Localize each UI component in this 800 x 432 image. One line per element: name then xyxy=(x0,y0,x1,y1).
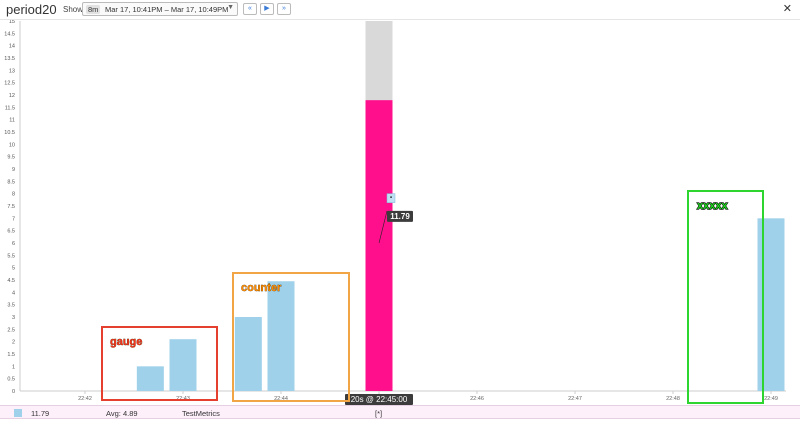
y-tick-label: 9.5 xyxy=(7,155,15,161)
y-tick-label: 14 xyxy=(9,44,15,50)
y-tick-label: 15 xyxy=(9,20,15,25)
y-tick-label: 13.5 xyxy=(4,56,15,62)
bar xyxy=(234,317,262,391)
fast-forward-icon: » xyxy=(282,5,286,12)
y-tick-label: 13 xyxy=(9,68,15,74)
annotation-label: gauge xyxy=(110,336,142,348)
legend-source: TestMetrics xyxy=(182,409,220,418)
y-tick-label: 8 xyxy=(12,192,15,198)
y-tick-label: 9 xyxy=(12,167,15,173)
hover-value-label: 11.79 xyxy=(390,212,410,221)
y-tick-label: 12 xyxy=(9,93,15,99)
hover-time-label: 20s @ 22:45:00 xyxy=(351,395,408,404)
annotation-label: counter xyxy=(241,282,282,294)
y-tick-label: 10 xyxy=(9,142,15,148)
bar-highlighted xyxy=(365,100,393,392)
bar xyxy=(267,281,295,391)
y-tick-label: 2 xyxy=(12,340,15,346)
y-tick-label: 11 xyxy=(9,118,15,124)
bar xyxy=(169,339,197,391)
y-tick-label: 0 xyxy=(12,389,15,395)
show-label: Show xyxy=(63,5,84,14)
bar xyxy=(757,218,785,391)
bar-chart[interactable]: 00.511.522.533.544.555.566.577.588.599.5… xyxy=(0,20,800,405)
y-tick-label: 3.5 xyxy=(7,303,15,309)
y-tick-label: 4.5 xyxy=(7,278,15,284)
y-tick-label: 12.5 xyxy=(4,81,15,87)
x-tick-label: 22:49 xyxy=(764,396,778,402)
y-tick-label: 5 xyxy=(12,266,15,272)
play-button[interactable]: ▶ xyxy=(260,3,274,15)
y-tick-label: 6.5 xyxy=(7,229,15,235)
y-tick-label: 14.5 xyxy=(4,31,15,37)
x-tick-label: 22:42 xyxy=(78,396,92,402)
rewind-icon: « xyxy=(248,5,252,12)
dropdown-caret-icon: ▼ xyxy=(227,4,234,11)
annotation-label: xxxxx xyxy=(697,200,728,212)
rewind-button[interactable]: « xyxy=(243,3,257,15)
legend-average: Avg: 4.89 xyxy=(106,409,138,418)
legend-swatch xyxy=(14,409,22,417)
y-tick-label: 5.5 xyxy=(7,253,15,259)
annotation-box xyxy=(687,190,764,404)
y-tick-label: 7 xyxy=(12,216,15,222)
y-tick-label: 1 xyxy=(12,364,15,370)
toolbar: period20 Show 8m Mar 17, 10:41PM – Mar 1… xyxy=(0,0,800,20)
bar xyxy=(136,366,164,391)
x-tick-label: 22:46 xyxy=(470,396,484,402)
close-icon[interactable]: ✕ xyxy=(783,2,792,15)
y-tick-label: 8.5 xyxy=(7,179,15,185)
y-tick-label: 10.5 xyxy=(4,130,15,136)
y-tick-label: 2.5 xyxy=(7,327,15,333)
y-tick-label: 4 xyxy=(12,290,15,296)
legend-value: 11.79 xyxy=(31,409,50,418)
y-tick-label: 0.5 xyxy=(7,377,15,383)
legend-tag: [*] xyxy=(375,409,383,418)
hover-marker-dot: • xyxy=(390,196,392,202)
time-range-text: Mar 17, 10:41PM – Mar 17, 10:49PM xyxy=(105,5,229,14)
y-tick-label: 6 xyxy=(12,241,15,247)
legend-row[interactable]: 11.79 Avg: 4.89 TestMetrics [*] xyxy=(0,405,800,419)
play-icon: ▶ xyxy=(264,5,270,12)
fast-forward-button[interactable]: » xyxy=(277,3,291,15)
time-range-select[interactable]: 8m Mar 17, 10:41PM – Mar 17, 10:49PM ▼ xyxy=(82,2,238,16)
y-tick-label: 1.5 xyxy=(7,352,15,358)
x-tick-label: 22:47 xyxy=(568,396,582,402)
duration-badge: 8m xyxy=(86,5,101,14)
y-tick-label: 11.5 xyxy=(5,105,15,111)
page-title: period20 xyxy=(6,2,57,17)
x-tick-label: 22:48 xyxy=(666,396,680,402)
y-tick-label: 7.5 xyxy=(7,204,15,210)
y-tick-label: 3 xyxy=(12,315,15,321)
